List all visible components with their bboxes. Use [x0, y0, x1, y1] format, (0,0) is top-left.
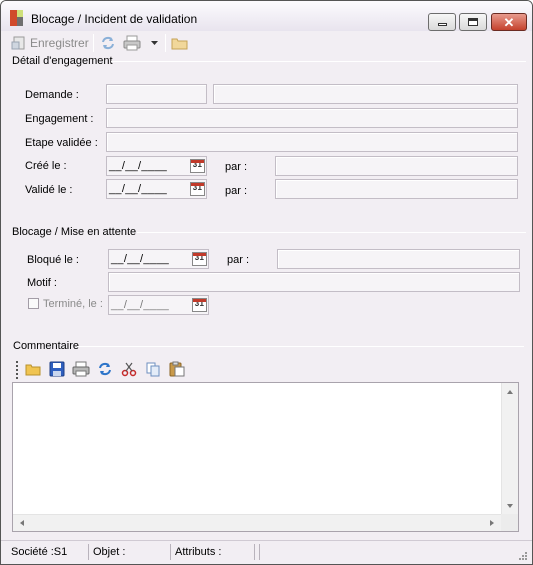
save-button[interactable]: Enregistrer	[11, 34, 89, 52]
maximize-button[interactable]	[459, 13, 487, 31]
app-icon	[10, 10, 26, 26]
blocage-group: Blocage / Mise en attente	[1, 226, 532, 239]
status-bar: Société :S1 Objet : Attributs :	[1, 540, 532, 564]
minimize-button[interactable]	[428, 13, 456, 31]
comment-print-button[interactable]	[72, 360, 90, 378]
scissors-icon	[121, 362, 137, 377]
printer-icon	[72, 361, 90, 377]
cree-par-field[interactable]	[275, 156, 518, 176]
print-button[interactable]	[123, 34, 160, 52]
close-icon: ✕	[503, 14, 515, 30]
toolbar-grip	[16, 361, 18, 379]
comment-save-button[interactable]	[48, 360, 66, 378]
demande-label: Demande :	[25, 89, 79, 101]
window-title: Blocage / Incident de validation	[31, 12, 198, 26]
cree-le-date-field[interactable]: __/__/____ 31	[106, 156, 207, 176]
chevron-down-icon	[151, 41, 158, 45]
valide-le-date-value: __/__/____	[109, 183, 168, 195]
comment-open-button[interactable]	[24, 360, 42, 378]
detail-group-label: Détail d'engagement	[12, 55, 115, 67]
bloque-le-label: Bloqué le :	[27, 254, 79, 266]
refresh-button[interactable]	[100, 34, 116, 52]
valide-le-date-field[interactable]: __/__/____ 31	[106, 179, 207, 199]
engagement-label: Engagement :	[25, 113, 94, 125]
valide-le-label: Validé le :	[25, 184, 73, 196]
toolbar-separator	[165, 34, 166, 52]
bloque-par-label: par :	[227, 254, 250, 266]
calendar-icon[interactable]: 31	[192, 252, 207, 266]
printer-icon	[123, 35, 141, 51]
cree-le-label: Créé le :	[25, 160, 67, 172]
folder-icon	[25, 364, 41, 376]
bloque-le-date-field[interactable]: __/__/____ 31	[108, 249, 209, 269]
termine-date-field[interactable]: __/__/____ 31	[108, 295, 209, 315]
status-objet: Objet :	[91, 544, 171, 560]
bloque-le-date-value: __/__/____	[111, 253, 170, 265]
copy-icon	[146, 362, 160, 377]
etape-validee-field[interactable]	[106, 132, 518, 152]
etape-validee-label: Etape validée :	[25, 137, 98, 149]
main-toolbar: Enregistrer	[1, 31, 532, 53]
demande-field-2[interactable]	[213, 84, 518, 104]
termine-checkbox[interactable]	[28, 298, 39, 309]
scrollbar-corner	[501, 514, 518, 531]
refresh-icon	[99, 362, 111, 376]
maximize-icon	[468, 18, 478, 26]
comment-refresh-button[interactable]	[96, 360, 114, 378]
scroll-left-icon[interactable]	[15, 515, 29, 531]
folder-icon	[171, 38, 188, 50]
open-folder-button[interactable]	[171, 34, 189, 52]
resize-grip-icon[interactable]	[518, 551, 528, 561]
paste-icon	[169, 361, 185, 377]
valide-par-field[interactable]	[275, 179, 518, 199]
commentaire-textarea[interactable]	[12, 382, 519, 532]
title-bar[interactable]: Blocage / Incident de validation ✕	[1, 1, 532, 31]
comment-cut-button[interactable]	[120, 360, 138, 378]
calendar-icon[interactable]: 31	[192, 298, 207, 312]
motif-field[interactable]	[108, 272, 520, 292]
save-label: Enregistrer	[30, 36, 89, 50]
status-attributs: Attributs :	[173, 544, 255, 560]
cree-par-label: par :	[225, 161, 248, 173]
detail-group: Détail d'engagement	[1, 55, 532, 68]
main-window: Blocage / Incident de validation ✕ Enreg…	[0, 0, 533, 565]
calendar-icon[interactable]: 31	[190, 159, 205, 173]
engagement-field[interactable]	[106, 108, 518, 128]
calendar-icon[interactable]: 31	[190, 182, 205, 196]
comment-paste-button[interactable]	[168, 360, 186, 378]
status-separator	[257, 544, 260, 560]
minimize-icon	[437, 23, 447, 26]
scroll-down-icon[interactable]	[502, 499, 518, 513]
toolbar-separator	[93, 34, 94, 52]
horizontal-scrollbar[interactable]	[13, 514, 501, 531]
floppy-disk-icon	[49, 361, 65, 377]
demande-field-1[interactable]	[106, 84, 207, 104]
commentaire-group-label: Commentaire	[13, 340, 82, 352]
valide-par-label: par :	[225, 185, 248, 197]
comment-copy-button[interactable]	[144, 360, 162, 378]
save-doc-icon	[11, 36, 25, 50]
vertical-scrollbar[interactable]	[501, 383, 518, 515]
scroll-right-icon[interactable]	[485, 515, 499, 531]
termine-date-value: __/__/____	[111, 299, 170, 311]
refresh-icon	[102, 36, 114, 50]
blocage-group-label: Blocage / Mise en attente	[12, 226, 139, 238]
status-societe: Société :S1	[9, 544, 89, 560]
commentaire-group: Commentaire	[1, 340, 532, 353]
close-button[interactable]: ✕	[491, 13, 527, 31]
scroll-up-icon[interactable]	[502, 385, 518, 399]
motif-label: Motif :	[27, 277, 57, 289]
cree-le-date-value: __/__/____	[109, 160, 168, 172]
termine-label: Terminé, le :	[43, 298, 103, 310]
bloque-par-field[interactable]	[277, 249, 520, 269]
